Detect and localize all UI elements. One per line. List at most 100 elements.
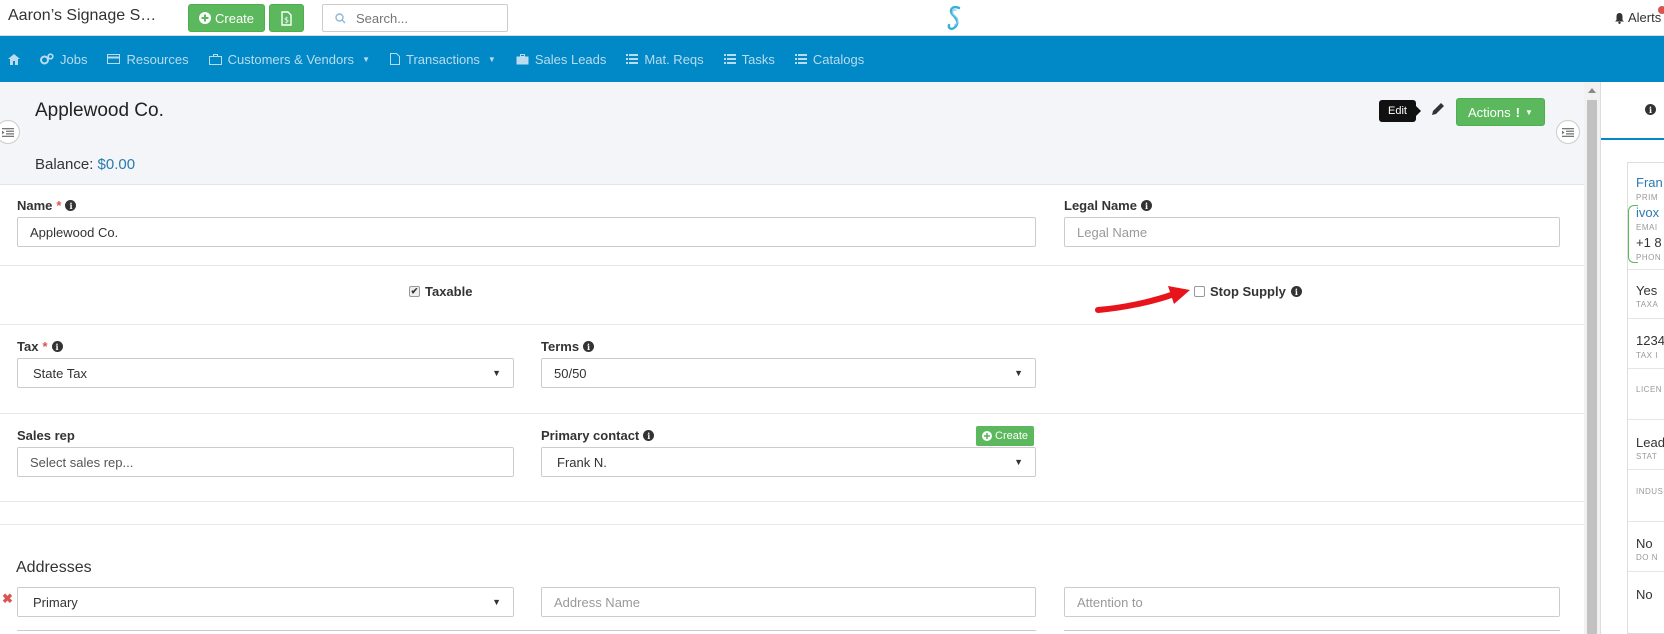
nav-customers-vendors[interactable]: Customers & Vendors ▼ [208,52,370,67]
collapse-right-button[interactable] [1556,120,1580,144]
attention-input[interactable]: Attention to [1064,587,1560,617]
brand-logo-icon[interactable] [944,4,966,32]
nav-catalogs[interactable]: Catalogs [794,51,865,67]
caret-down-icon: ▼ [487,54,496,64]
sales-rep-input[interactable]: Select sales rep... [17,447,514,477]
info-icon: i [1645,104,1656,115]
info-icon[interactable]: i [1140,200,1152,211]
nav-jobs[interactable]: Jobs [40,52,87,67]
alerts-link[interactable]: Alerts [1614,10,1661,25]
license-sub: LICEN [1636,385,1663,394]
tab-info[interactable]: i [1601,82,1664,140]
actions-button[interactable]: Actions ! ▼ [1456,98,1545,126]
nav-label: Transactions [405,51,480,67]
next-field-edge [1064,630,1560,634]
info-icon[interactable]: i [51,341,63,352]
taxable-checkbox-group[interactable]: ✔ Taxable [409,284,472,299]
document-dollar-icon: $ [281,10,292,26]
name-input[interactable]: Applewood Co. [17,217,1036,247]
tax-id-sub: TAX I [1636,351,1658,360]
create-button[interactable]: Create [188,4,266,32]
contact-sub: PRIM [1636,193,1658,202]
main-scrollbar[interactable] [1584,82,1600,634]
info-icon[interactable]: i [1290,286,1302,297]
info-icon[interactable]: i [65,200,77,211]
stop-supply-label: Stop Supply [1210,284,1286,299]
nav-mat-reqs[interactable]: Mat. Reqs [626,52,704,67]
terms-select-value: 50/50 [554,365,587,381]
legal-name-input[interactable]: Legal Name [1064,217,1560,247]
select-arrow-icon: ▼ [492,368,501,378]
phone-value[interactable]: +1 8 [1636,235,1662,250]
nav-tasks[interactable]: Tasks [723,52,775,67]
primary-contact-label-text: Primary contact [541,428,640,443]
record-header: Applewood Co. Balance: $0.00 Edit Action… [0,82,1584,185]
terms-label: Terms i [541,339,595,354]
nav-label: Catalogs [812,51,865,67]
tax-terms-row: Tax * i State Tax ▼ Terms i 50/50 ▼ [0,325,1584,414]
alerts-label: Alerts [1628,10,1662,25]
search-input[interactable] [356,10,486,26]
card-icon [107,54,121,64]
nav-transactions[interactable]: Transactions ▼ [389,51,496,67]
briefcase-icon [516,53,529,64]
addresses-title: Addresses [16,559,92,576]
file-icon [389,53,400,65]
tax-select[interactable]: State Tax ▼ [17,358,514,388]
exclamation-icon: ! [1515,104,1520,120]
stop-supply-checkbox[interactable] [1194,286,1205,297]
app-title[interactable]: Aaron’s Signage S… [8,7,156,25]
nav-home[interactable] [8,53,20,65]
search-icon [335,12,346,23]
scroll-up-icon[interactable] [1588,88,1596,93]
divider [1628,469,1664,470]
main-content: Applewood Co. Balance: $0.00 Edit Action… [0,82,1584,634]
info-icon[interactable]: i [583,341,595,352]
divider [1628,419,1664,420]
taxable-label: Taxable [425,284,473,299]
flags-row: ✔ Taxable Stop Supply i [0,266,1584,325]
collapse-left-button[interactable] [0,120,20,144]
legal-name-label-text: Legal Name [1064,198,1137,213]
taxable-value: Yes [1636,283,1658,298]
sales-rep-label-text: Sales rep [17,428,75,443]
taxable-sub: TAXA [1636,300,1659,309]
contact-name-link[interactable]: Fran [1636,175,1663,190]
list-icon [794,54,807,64]
balance: Balance: $0.00 [35,156,135,173]
remove-address-icon[interactable]: ✖ [2,591,13,607]
tax-label-text: Tax [17,339,39,354]
search-box[interactable] [322,4,508,32]
address-type-select[interactable]: Primary ▼ [17,587,514,617]
info-icon[interactable]: i [643,430,655,441]
address-name-input[interactable]: Address Name [541,587,1036,617]
pencil-icon[interactable] [1430,101,1446,117]
nav-sales-leads[interactable]: Sales Leads [516,52,606,67]
balance-value: $0.00 [97,156,136,173]
taxable-checkbox[interactable]: ✔ [409,286,420,297]
gears-icon [40,53,54,65]
details-panel: i Fran PRIM ivox EMAI +1 8 PHON Yes TAXA… [1600,82,1664,634]
quick-doc-button[interactable]: $ [269,4,304,32]
phone-sub: PHON [1636,253,1662,262]
actions-label: Actions [1468,104,1511,120]
address-type-value: Primary [33,594,78,610]
email-link[interactable]: ivox [1636,205,1659,220]
indent-icon [1562,127,1574,137]
terms-label-text: Terms [541,339,580,354]
home-icon [8,53,20,65]
list-icon [626,54,639,64]
scroll-thumb[interactable] [1587,100,1597,634]
stop-supply-checkbox-group[interactable]: Stop Supply i [1194,284,1302,299]
nav-label: Resources [126,51,189,67]
plus-circle-icon [199,12,211,24]
create-contact-button[interactable]: Create [976,426,1035,446]
divider [1628,368,1664,369]
terms-select[interactable]: 50/50 ▼ [541,358,1036,388]
primary-contact-select[interactable]: Frank N. ▼ [541,447,1036,477]
status-sub: STAT [1636,452,1658,461]
nav-resources[interactable]: Resources [107,51,189,67]
industry-sub: INDUS [1636,487,1664,496]
tax-id-value: 1234 [1636,333,1664,348]
create-button-label: Create [215,10,255,26]
